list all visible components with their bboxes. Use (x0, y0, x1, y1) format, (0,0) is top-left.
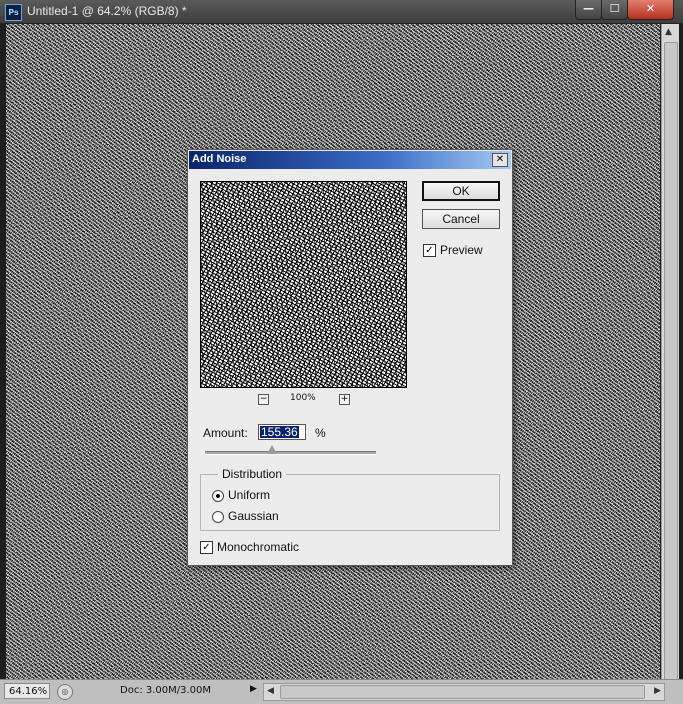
distribution-legend: Distribution (218, 467, 287, 481)
filter-preview-image[interactable] (200, 181, 407, 388)
scroll-right-arrow-icon[interactable]: ▶ (654, 686, 661, 696)
preview-checkbox[interactable]: ✓ (423, 244, 436, 257)
dialog-close-icon[interactable]: ✕ (492, 153, 508, 167)
monochromatic-checkbox[interactable]: ✓ (200, 541, 213, 554)
status-bar: 64.16% ◎ Doc: 3.00M/3.00M ▶ ◀ ▶ (0, 679, 683, 704)
close-window-button[interactable]: ✕ (627, 0, 674, 20)
zoom-in-icon[interactable]: + (339, 394, 350, 405)
document-size-info: Doc: 3.00M/3.00M (120, 685, 212, 696)
horizontal-scrollbar[interactable]: ◀ ▶ (263, 683, 665, 701)
status-menu-arrow-icon[interactable]: ▶ (250, 684, 257, 694)
gaussian-label: Gaussian (228, 509, 279, 523)
monochromatic-label: Monochromatic (217, 540, 300, 554)
document-title: Untitled-1 @ 64.2% (RGB/8) * (27, 4, 187, 18)
amount-unit: % (315, 426, 326, 440)
window-titlebar[interactable]: Ps Untitled-1 @ 64.2% (RGB/8) * — ☐ ✕ (0, 0, 683, 24)
amount-slider-track[interactable] (205, 451, 376, 455)
uniform-label: Uniform (228, 488, 271, 502)
vertical-scroll-thumb[interactable] (664, 42, 678, 684)
scroll-up-arrow-icon[interactable]: ▲ (665, 27, 672, 37)
maximize-button[interactable]: ☐ (601, 0, 628, 20)
minimize-button[interactable]: — (575, 0, 602, 20)
amount-value: 155.36 (260, 425, 299, 439)
horizontal-scroll-thumb[interactable] (280, 685, 645, 699)
ok-button[interactable]: OK (422, 181, 500, 201)
uniform-radio[interactable] (212, 490, 224, 502)
dialog-title: Add Noise (192, 153, 247, 165)
amount-slider-thumb[interactable] (266, 445, 277, 454)
gaussian-radio[interactable] (212, 511, 224, 523)
add-noise-dialog: Add Noise ✕ − 100% + OK Cancel ✓ Preview… (187, 149, 513, 566)
preview-zoom-value: 100% (290, 393, 316, 403)
dialog-titlebar[interactable]: Add Noise ✕ (189, 151, 511, 169)
scroll-left-arrow-icon[interactable]: ◀ (267, 686, 274, 696)
cancel-button[interactable]: Cancel (422, 209, 500, 229)
vertical-scrollbar[interactable]: ▲ (661, 24, 679, 684)
zoom-level-field[interactable]: 64.16% (4, 683, 50, 699)
amount-input[interactable]: 155.36 (258, 424, 306, 440)
zoom-out-icon[interactable]: − (258, 394, 269, 405)
amount-label: Amount: (203, 426, 248, 440)
preview-label: Preview (440, 243, 483, 257)
document-status-icon[interactable]: ◎ (57, 684, 73, 700)
photoshop-app-icon: Ps (5, 4, 22, 21)
